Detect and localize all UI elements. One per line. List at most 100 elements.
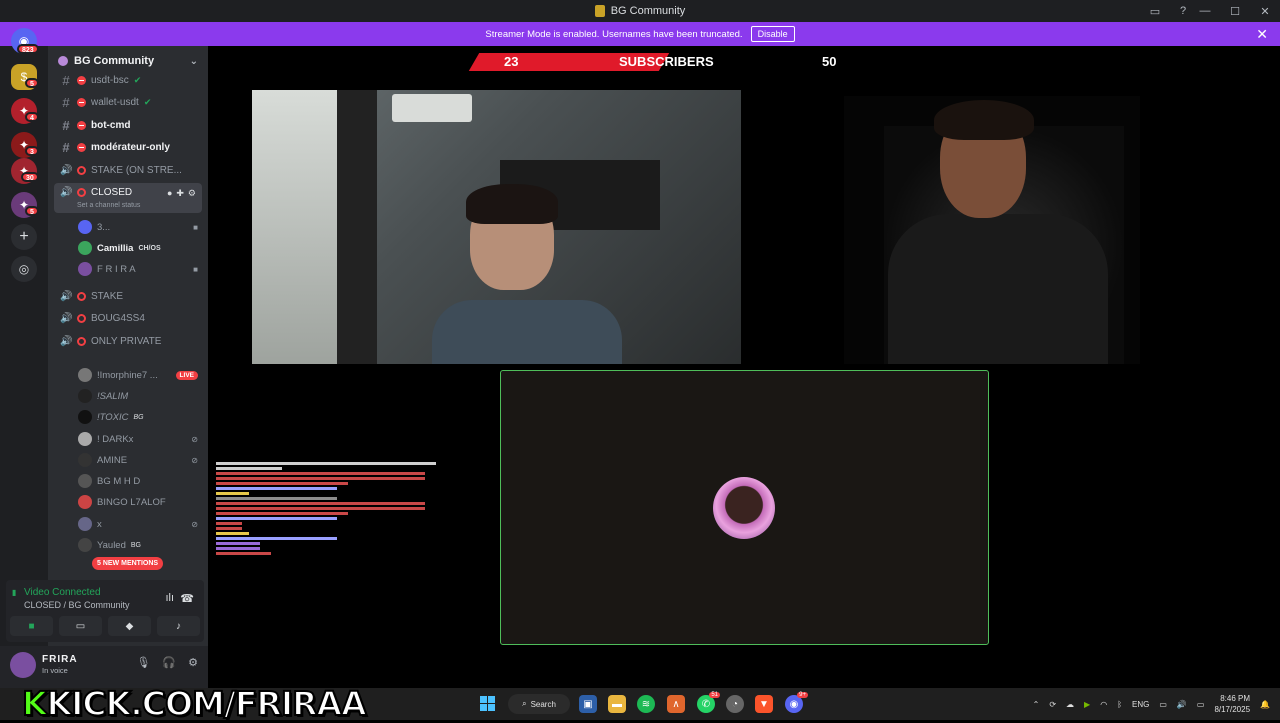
channel-stake[interactable]: 🔊 STAKE	[54, 286, 202, 306]
add-server-icon[interactable]: +	[11, 224, 37, 250]
channel-label: wallet-usdt	[91, 96, 139, 108]
clock[interactable]: 8:46 PM 8/17/2025	[1214, 693, 1250, 715]
notification-bell-icon[interactable]: 🔔	[1260, 700, 1270, 709]
voice-user[interactable]: BG M H D	[78, 472, 198, 490]
server-item[interactable]: ✦ 30	[11, 158, 39, 184]
avatar	[78, 453, 92, 467]
server-item[interactable]: $5	[11, 64, 39, 90]
bluetooth-icon[interactable]: ᛒ	[1117, 700, 1122, 709]
muted-icon: ⊘	[191, 519, 198, 529]
discord-icon[interactable]: ◉ 9+	[785, 692, 808, 713]
battery-icon[interactable]: ▭	[1197, 700, 1205, 709]
no-entry-icon	[77, 291, 86, 301]
chevron-down-icon[interactable]: ⌄	[190, 56, 198, 67]
voice-user[interactable]: ! DARKx ⊘	[78, 430, 198, 448]
brave-icon[interactable]: ▼	[755, 695, 773, 713]
wifi-icon[interactable]: ◠	[1100, 700, 1107, 709]
channel-label: bot-cmd	[91, 119, 131, 131]
channel-stake-on-stream[interactable]: 🔊 STAKE (ON STRE...	[54, 160, 202, 180]
help-icon[interactable]: ?	[1176, 4, 1190, 18]
subscriber-goal-bar: 23 SUBSCRIBERS 50	[468, 53, 854, 71]
channel-usdt-bsc[interactable]: # usdt-bsc ✔	[54, 70, 202, 90]
close-window-button[interactable]: ✕	[1250, 0, 1280, 22]
app2-icon[interactable]: ◔	[726, 695, 744, 713]
gear-icon[interactable]: ⚙	[188, 656, 198, 669]
user-tag: BG	[133, 413, 144, 421]
disable-streamer-mode-button[interactable]: Disable	[750, 26, 795, 42]
gear-icon[interactable]: ⚙	[188, 188, 196, 199]
voice-user[interactable]: x ⊘	[78, 515, 198, 533]
channel-boug4ss4[interactable]: 🔊 BOUG4SS4	[54, 308, 202, 328]
user-name[interactable]: FRIRA	[42, 654, 78, 665]
voice-user[interactable]: !Imorphine7 ... LIVE	[78, 366, 198, 384]
discover-icon[interactable]: ◎	[11, 256, 37, 282]
headphones-icon[interactable]: 🎧	[162, 656, 176, 669]
air-conditioner	[392, 94, 472, 122]
close-banner-icon[interactable]: ✕	[1256, 26, 1268, 43]
monitor-icon[interactable]: ▭	[1159, 700, 1167, 709]
voice-user[interactable]: Camillia CH/OS	[78, 239, 198, 257]
app-icon[interactable]: ∧	[667, 695, 685, 713]
spotify-icon[interactable]: ≋	[637, 695, 655, 713]
chat-line	[216, 517, 337, 520]
no-entry-icon	[77, 313, 86, 323]
chevron-up-icon[interactable]: ⌃	[1033, 700, 1040, 709]
new-mentions-button[interactable]: 5 NEW MENTIONS	[92, 557, 164, 570]
invite-icon[interactable]: ✚	[176, 188, 184, 199]
server-logo-icon	[594, 5, 605, 17]
minimize-button[interactable]: —	[1190, 0, 1220, 22]
server-item[interactable]: ✦ 5	[11, 192, 39, 218]
cloud-icon[interactable]: ☁	[1066, 700, 1074, 709]
microphone-icon[interactable]: 🎙	[136, 656, 150, 669]
language-indicator[interactable]: ENG	[1132, 700, 1149, 709]
folder-icon[interactable]: ▬	[608, 695, 626, 713]
voice-user[interactable]: 3... ■	[78, 218, 198, 236]
video-tile-avatar[interactable]	[500, 370, 989, 645]
avatar	[78, 220, 92, 234]
nvidia-icon[interactable]: ▶	[1084, 700, 1090, 709]
start-button[interactable]	[480, 696, 495, 711]
voice-user[interactable]: !SALIM	[78, 387, 198, 405]
no-entry-icon	[77, 188, 86, 197]
voice-user[interactable]: AMINE ⊘	[78, 451, 198, 469]
soundboard-button[interactable]: ♪	[157, 616, 200, 636]
no-entry-icon	[77, 336, 86, 346]
video-tile-webcam-1[interactable]	[252, 90, 741, 364]
screen-share-button[interactable]: ▭	[59, 616, 102, 636]
server-badge: 30	[21, 172, 39, 182]
sync-icon[interactable]: ⟳	[1049, 700, 1056, 709]
server-item[interactable]: ✦ 3	[11, 132, 39, 158]
voice-channel-path[interactable]: CLOSED / BG Community	[24, 600, 130, 610]
channel-bot-cmd[interactable]: # bot-cmd	[54, 115, 202, 135]
activity-button[interactable]: ◆	[108, 616, 151, 636]
voice-user[interactable]: F R I R A ■	[78, 260, 198, 278]
volume-icon[interactable]: 🔊	[1177, 700, 1187, 709]
server-item[interactable]: ✦ 4	[11, 98, 39, 124]
maximize-button[interactable]: ☐	[1220, 0, 1250, 22]
voice-status-title[interactable]: Video Connected	[24, 587, 101, 598]
noise-suppression-icon[interactable]: ılı	[165, 592, 174, 604]
avatar	[78, 432, 92, 446]
channel-moderateur-only[interactable]: # modérateur-only	[54, 137, 202, 157]
channel-only-private[interactable]: 🔊 ONLY PRIVATE	[54, 331, 202, 351]
avatar[interactable]	[10, 652, 36, 678]
capture-icon[interactable]: ▣	[579, 695, 597, 713]
channel-status-input[interactable]: Set a channel status	[77, 202, 140, 209]
camera-button[interactable]: ■	[10, 616, 53, 636]
channel-wallet-usdt[interactable]: # wallet-usdt ✔	[54, 92, 202, 112]
whatsapp-icon[interactable]: ✆ 51	[697, 692, 720, 713]
hash-icon: #	[62, 139, 70, 155]
user-panel: FRIRA In voice 🎙 🎧 ⚙	[0, 646, 208, 688]
voice-user[interactable]: BINGO L7ALOF	[78, 493, 198, 511]
voice-user[interactable]: !TOXIC BG	[78, 408, 198, 426]
server-home[interactable]: ◉ 823	[11, 28, 39, 54]
video-tile-webcam-2[interactable]	[844, 96, 1140, 364]
chat-icon[interactable]: ●	[167, 188, 172, 199]
taskbar-search[interactable]: ⌕ Search	[508, 694, 570, 714]
user-name: Camillia	[97, 242, 134, 254]
monitor-icon[interactable]: ▭	[1148, 4, 1162, 18]
voice-user[interactable]: Yauled BG	[78, 536, 198, 554]
no-entry-icon	[77, 165, 86, 175]
disconnect-icon[interactable]: ☎	[180, 592, 194, 605]
channel-actions: ● ✚ ⚙	[167, 188, 196, 199]
